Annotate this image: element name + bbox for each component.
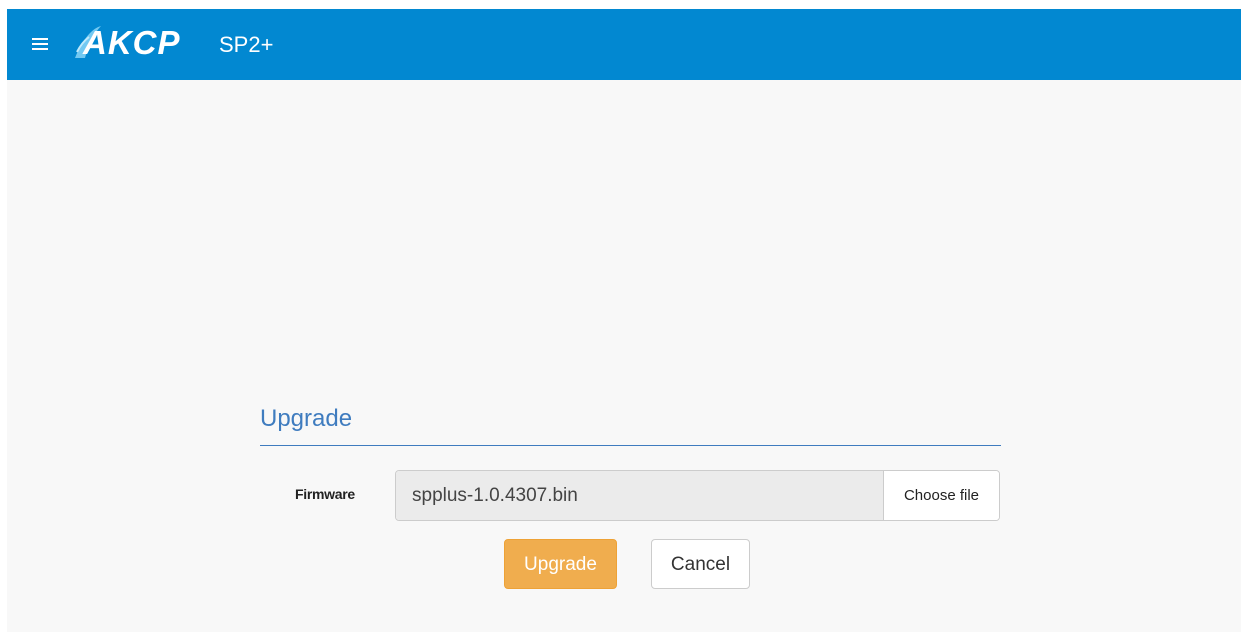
product-name: SP2+: [219, 32, 274, 57]
cancel-button[interactable]: Cancel: [651, 539, 750, 589]
upgrade-button[interactable]: Upgrade: [504, 539, 617, 589]
app-window: AKCP SP2+ Upgrade Firmware spplus-1.0.43…: [7, 9, 1241, 632]
section-title: Upgrade: [260, 405, 353, 432]
main-content: Upgrade Firmware spplus-1.0.4307.bin Cho…: [7, 80, 1241, 632]
hamburger-menu-icon[interactable]: [32, 38, 48, 50]
firmware-file-input[interactable]: spplus-1.0.4307.bin Choose file: [395, 470, 1000, 521]
section-divider: [260, 445, 1001, 446]
akcp-logo: AKCP: [73, 22, 223, 66]
top-navigation-bar: AKCP SP2+: [7, 9, 1241, 80]
firmware-label: Firmware: [295, 486, 355, 502]
choose-file-button[interactable]: Choose file: [884, 471, 999, 520]
svg-text:AKCP: AKCP: [82, 24, 181, 61]
selected-file-name[interactable]: spplus-1.0.4307.bin: [396, 471, 884, 520]
